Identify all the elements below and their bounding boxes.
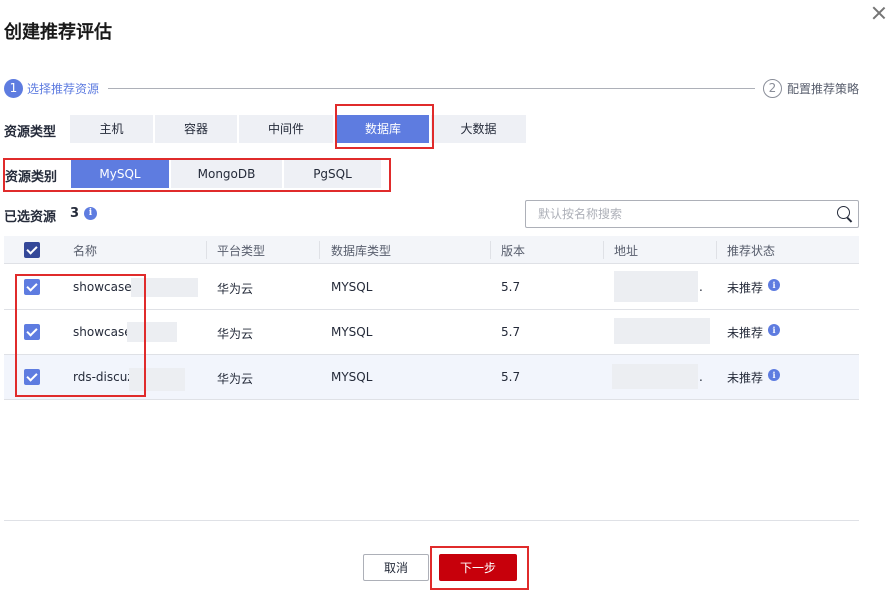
resource-type-option-container[interactable]: 容器	[155, 115, 237, 143]
selected-resources-label: 已选资源	[4, 210, 57, 225]
column-separator	[206, 241, 207, 259]
row-status: 未推荐	[727, 371, 764, 385]
row-db-type: MYSQL	[331, 370, 373, 384]
row-version: 5.7	[501, 370, 521, 384]
column-header-platform[interactable]: 平台类型	[217, 242, 265, 259]
row-address: .	[699, 280, 703, 294]
column-header-status[interactable]: 推荐状态	[727, 242, 775, 259]
redacted-address	[614, 271, 698, 302]
dialog-title: 创建推荐评估	[4, 22, 112, 43]
column-separator	[603, 241, 604, 259]
cancel-button[interactable]: 取消	[363, 554, 429, 581]
row-status: 未推荐	[727, 326, 764, 340]
row-platform: 华为云	[217, 327, 254, 341]
resource-type-option-bigdata[interactable]: 大数据	[431, 115, 526, 143]
search-icon[interactable]	[837, 206, 850, 219]
row-version: 5.7	[501, 325, 521, 339]
status-info-icon[interactable]: i	[768, 279, 780, 291]
row-address: .	[699, 370, 703, 384]
step-1-indicator: 1	[4, 79, 23, 98]
row-db-type: MYSQL	[331, 325, 373, 339]
column-header-address[interactable]: 地址	[614, 242, 638, 259]
redacted-address	[614, 318, 710, 344]
column-header-version[interactable]: 版本	[501, 242, 525, 259]
highlight-box-rows	[15, 274, 146, 397]
resource-type-label: 资源类型	[4, 125, 57, 140]
row-platform: 华为云	[217, 282, 254, 296]
redacted-address	[612, 364, 698, 389]
column-header-name[interactable]: 名称	[73, 242, 97, 259]
close-icon[interactable]	[872, 6, 886, 20]
highlight-box-next	[430, 546, 529, 590]
step-2-indicator: 2	[763, 79, 782, 98]
status-info-icon[interactable]: i	[768, 369, 780, 381]
step-2-label: 配置推荐策略	[787, 82, 860, 96]
column-separator	[490, 241, 491, 259]
info-icon[interactable]: i	[84, 207, 97, 220]
highlight-box-category	[3, 158, 391, 192]
column-separator	[319, 241, 320, 259]
column-header-db-type[interactable]: 数据库类型	[331, 242, 391, 259]
row-status: 未推荐	[727, 281, 764, 295]
selected-count: 3	[70, 206, 80, 221]
select-all-checkbox[interactable]	[24, 242, 40, 258]
footer-divider	[4, 520, 859, 521]
resource-type-option-middleware[interactable]: 中间件	[239, 115, 333, 143]
search-input[interactable]	[525, 200, 859, 228]
step-connector	[108, 88, 755, 89]
step-1-label: 选择推荐资源	[27, 82, 100, 96]
highlight-box-database	[335, 104, 434, 149]
row-platform: 华为云	[217, 372, 254, 386]
status-info-icon[interactable]: i	[768, 324, 780, 336]
resource-type-option-host[interactable]: 主机	[70, 115, 153, 143]
column-separator	[716, 241, 717, 259]
row-version: 5.7	[501, 280, 521, 294]
row-db-type: MYSQL	[331, 280, 373, 294]
